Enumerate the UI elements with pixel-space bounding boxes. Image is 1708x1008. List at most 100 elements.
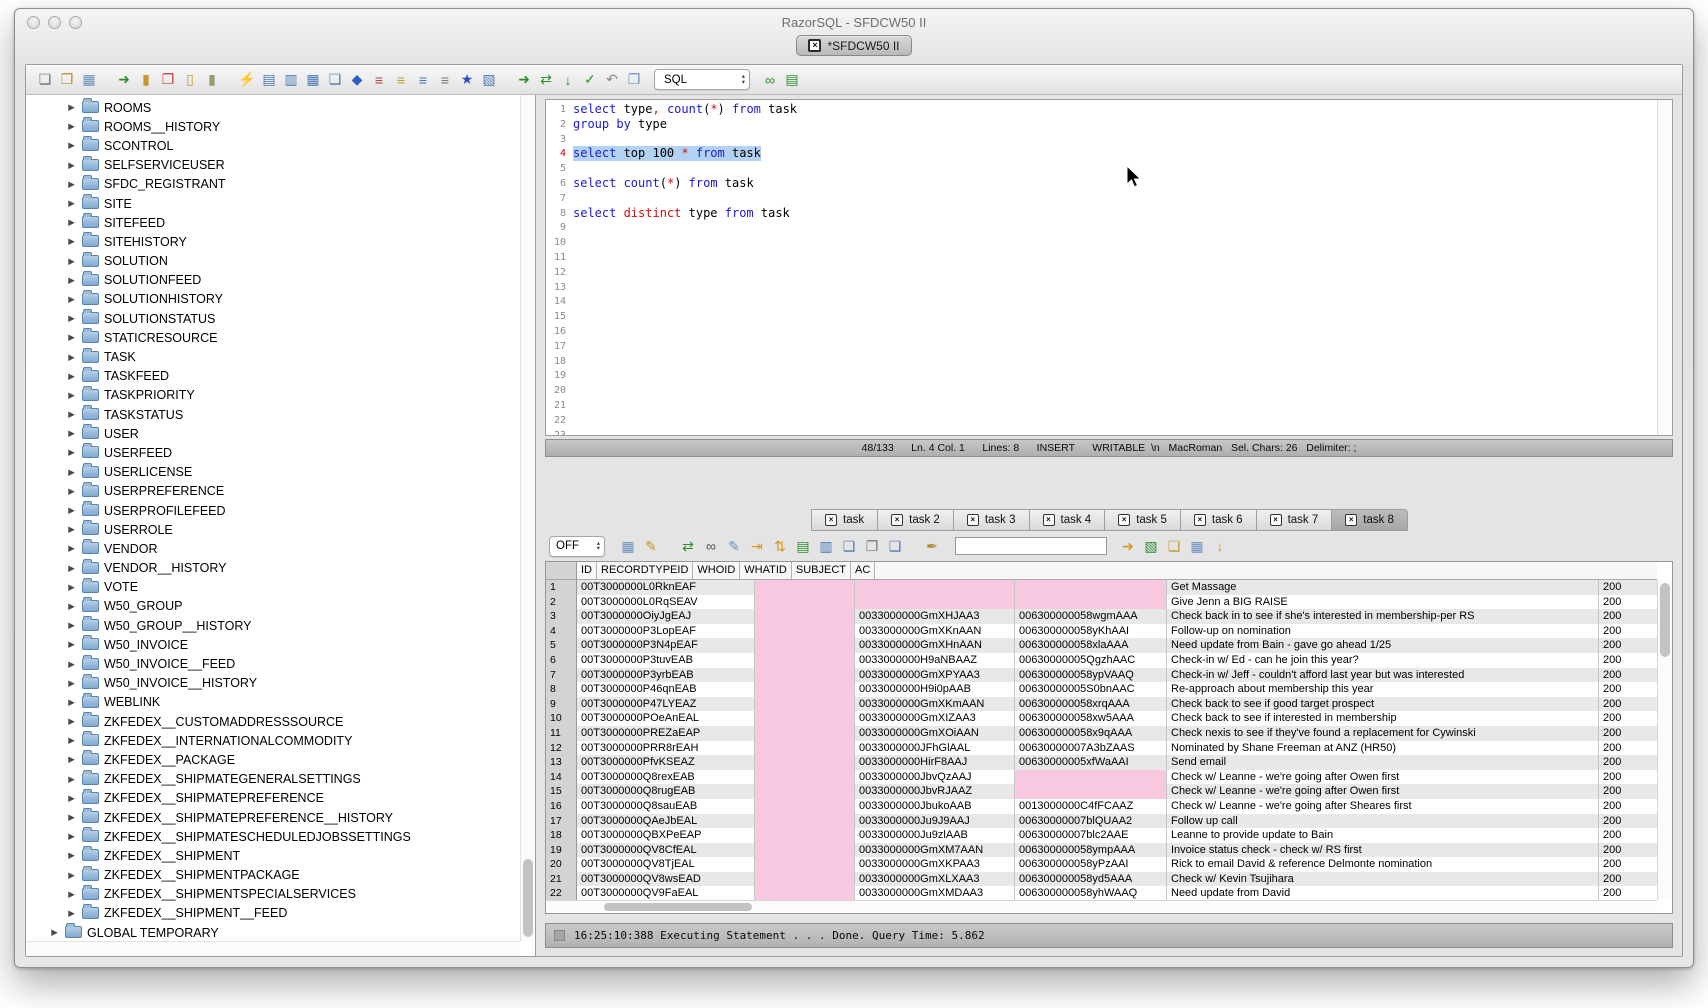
tree-item[interactable]: ▶ ZKFEDEX__SHIPMENTSPECIALSERVICES <box>26 885 535 904</box>
subject-cell[interactable]: Need update from Bain - gave go ahead 1/… <box>1167 638 1599 653</box>
tree-item[interactable]: ▶ SFDC_REGISTRANT <box>26 175 535 194</box>
table-row[interactable]: 19 00T3000000QV8CfEAL 0033000000GmXM7AAN… <box>546 843 1657 858</box>
table-row[interactable]: 16 00T3000000Q8sauEAB 0033000000JbukoAAB… <box>546 799 1657 814</box>
expand-arrow-icon[interactable]: ▶ <box>66 543 77 554</box>
help-book-icon[interactable]: ◆ <box>347 70 367 90</box>
tree-item[interactable]: ▶ ZKFEDEX__SHIPMATEGENERALSETTINGS <box>26 770 535 789</box>
column-header[interactable]: WHOID <box>693 562 740 579</box>
tree-horizontal-scrollbar[interactable] <box>26 941 520 956</box>
table-row[interactable]: 15 00T3000000Q8rugEAB 0033000000JbvRJAAZ… <box>546 784 1657 799</box>
table-row[interactable]: 4 00T3000000P3LopEAF 0033000000GmXKnAAN … <box>546 624 1657 639</box>
describe-table-icon[interactable]: ▤ <box>782 70 802 90</box>
activitydate-cell[interactable]: 200 <box>1599 828 1657 843</box>
expand-arrow-icon[interactable]: ▶ <box>66 332 77 343</box>
id-cell[interactable]: 00T3000000P46qnEAB <box>577 682 755 697</box>
subject-cell[interactable]: Check back in to see if she's interested… <box>1167 609 1599 624</box>
expand-arrow-icon[interactable]: ▶ <box>66 889 77 900</box>
expand-arrow-icon[interactable]: ▶ <box>66 352 77 363</box>
table-row[interactable]: 7 00T3000000P3yrbEAB 0033000000GmXPYAA3 … <box>546 668 1657 683</box>
close-tab-icon[interactable]: × <box>1270 514 1282 526</box>
editor-line[interactable]: 15 <box>549 309 1657 324</box>
copy-table-icon[interactable]: ❑ <box>885 536 905 556</box>
activitydate-cell[interactable]: 200 <box>1599 711 1657 726</box>
editor-line[interactable]: 10 <box>549 235 1657 250</box>
expand-arrow-icon[interactable]: ▶ <box>66 582 77 593</box>
result-tab[interactable]: × task 3 <box>953 509 1030 531</box>
close-tab-icon[interactable]: × <box>1345 514 1357 526</box>
whoid-cell[interactable]: 0033000000GmXKPAA3 <box>855 857 1015 872</box>
result-tab[interactable]: × task 7 <box>1256 509 1333 531</box>
recordtypeid-cell[interactable] <box>755 726 855 741</box>
table-export-icon[interactable]: ▥ <box>281 70 301 90</box>
subject-cell[interactable]: Check w/ Leanne - we're going after Owen… <box>1167 784 1599 799</box>
tree-vertical-scrollbar[interactable] <box>520 95 535 941</box>
connection-icon[interactable]: ▮ <box>202 70 222 90</box>
whatid-cell[interactable]: 00630000007blQUAA2 <box>1015 814 1167 829</box>
whoid-cell[interactable]: 0033000000GmXPYAA3 <box>855 668 1015 683</box>
id-cell[interactable]: 00T3000000P47LYEAZ <box>577 697 755 712</box>
whoid-cell[interactable]: 0033000000GmXHJAA3 <box>855 609 1015 624</box>
editor-line[interactable]: 7 <box>549 191 1657 206</box>
subject-cell[interactable]: Check back to see if interested in membe… <box>1167 711 1599 726</box>
tree-item[interactable]: ▶ SOLUTIONSTATUS <box>26 309 535 328</box>
refresh-results-icon[interactable]: ⇄ <box>678 536 698 556</box>
whatid-cell[interactable]: 00630000007A3bZAAS <box>1015 741 1167 756</box>
id-cell[interactable]: 00T3000000QV9FaEAL <box>577 886 755 900</box>
subject-cell[interactable]: Follow up call <box>1167 814 1599 829</box>
recordtypeid-cell[interactable] <box>755 843 855 858</box>
close-tab-icon[interactable]: × <box>891 514 903 526</box>
whatid-cell[interactable] <box>1015 580 1167 595</box>
new-file-icon[interactable]: ❏ <box>35 70 55 90</box>
activitydate-cell[interactable]: 200 <box>1599 668 1657 683</box>
recordtypeid-cell[interactable] <box>755 857 855 872</box>
id-cell[interactable]: 00T3000000Q8rugEAB <box>577 784 755 799</box>
connection-error-icon[interactable]: ▮ <box>136 70 156 90</box>
tree-item[interactable]: ▶ SELFSERVICEUSER <box>26 156 535 175</box>
expand-arrow-icon[interactable]: ▶ <box>66 601 77 612</box>
whoid-cell[interactable]: 0033000000GmXIZAA3 <box>855 711 1015 726</box>
expand-arrow-icon[interactable]: ▶ <box>66 428 77 439</box>
expand-arrow-icon[interactable]: ▶ <box>66 754 77 765</box>
whoid-cell[interactable]: 0033000000GmXLXAA3 <box>855 872 1015 887</box>
sql-editor[interactable]: 1 select type, count(*) from task 2 grou… <box>545 99 1673 436</box>
tree-item[interactable]: ▶ USERLICENSE <box>26 463 535 482</box>
hscroll-thumb[interactable] <box>604 903 752 911</box>
table-row[interactable]: 5 00T3000000P3N4pEAF 0033000000GmXHnAAN … <box>546 638 1657 653</box>
id-cell[interactable]: 00T3000000PRR8rEAH <box>577 741 755 756</box>
whatid-cell[interactable]: 006300000058yd5AAA <box>1015 872 1167 887</box>
execute-icon[interactable]: ➜ <box>514 70 534 90</box>
tree-item[interactable]: ▶ VENDOR__HISTORY <box>26 559 535 578</box>
result-tab[interactable]: × task 4 <box>1029 509 1106 531</box>
subject-cell[interactable]: Invoice status check - check w/ RS first <box>1167 843 1599 858</box>
copy-icon[interactable]: ❐ <box>862 536 882 556</box>
table-row[interactable]: 6 00T3000000P3tuvEAB 0033000000H9aNBAAZ … <box>546 653 1657 668</box>
expand-arrow-icon[interactable]: ▶ <box>66 659 77 670</box>
activitydate-cell[interactable]: 200 <box>1599 638 1657 653</box>
tree-item[interactable]: ▶ SOLUTIONHISTORY <box>26 290 535 309</box>
expand-arrow-icon[interactable]: ▶ <box>66 486 77 497</box>
whatid-cell[interactable]: 006300000058yPzAAI <box>1015 857 1167 872</box>
editor-line[interactable]: 20 <box>549 383 1657 398</box>
whoid-cell[interactable]: 0033000000JbvQzAAJ <box>855 770 1015 785</box>
title-bar[interactable]: RazorSQL - SFDCW50 II <box>15 9 1693 35</box>
activitydate-cell[interactable]: 200 <box>1599 609 1657 624</box>
id-cell[interactable]: 00T3000000OiyJgEAJ <box>577 609 755 624</box>
editor-line[interactable]: 21 <box>549 398 1657 413</box>
results-search-input[interactable] <box>955 537 1107 555</box>
whatid-cell[interactable]: 006300000058xlaAAA <box>1015 638 1167 653</box>
activitydate-cell[interactable]: 200 <box>1599 682 1657 697</box>
id-cell[interactable]: 00T3000000QAeJbEAL <box>577 814 755 829</box>
editor-line[interactable]: 8 select distinct type from task <box>549 206 1657 221</box>
tree-item[interactable]: ▶ TASKSTATUS <box>26 405 535 424</box>
close-tab-icon[interactable]: × <box>1118 514 1130 526</box>
execute-sql-icon[interactable]: ⚡ <box>237 70 257 90</box>
recordtypeid-cell[interactable] <box>755 814 855 829</box>
expand-arrow-icon[interactable]: ▶ <box>66 831 77 842</box>
minimize-window-icon[interactable] <box>48 16 61 29</box>
activitydate-cell[interactable]: 200 <box>1599 741 1657 756</box>
expand-arrow-icon[interactable]: ▶ <box>66 371 77 382</box>
table-info-icon[interactable]: ▤ <box>259 70 279 90</box>
recordtypeid-cell[interactable] <box>755 886 855 900</box>
tree-item[interactable]: ▶ SITEHISTORY <box>26 232 535 251</box>
subject-cell[interactable]: Nominated by Shane Freeman at ANZ (HR50) <box>1167 741 1599 756</box>
